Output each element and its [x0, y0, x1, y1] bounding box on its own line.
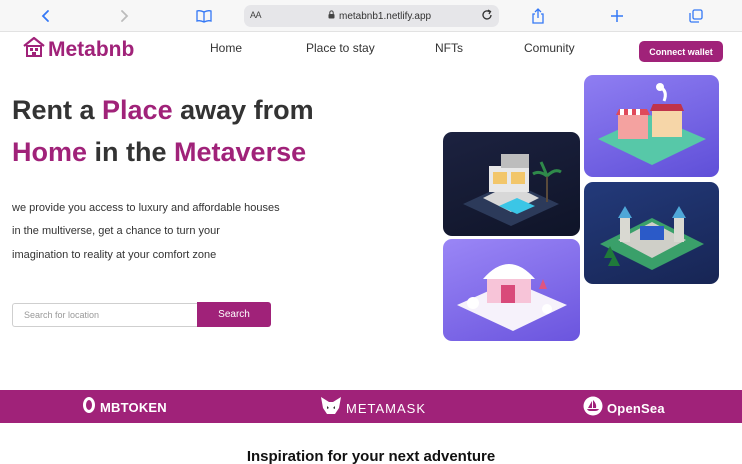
reload-icon[interactable]	[479, 7, 495, 28]
site-navbar: Metabnb Home Place to stay NFTs Comunity…	[0, 32, 742, 68]
snow-house-image[interactable]	[443, 239, 580, 341]
hero-accent-text: Metaverse	[174, 137, 307, 167]
new-tab-icon[interactable]	[607, 6, 627, 26]
partner-opensea: OpenSea	[583, 396, 665, 421]
tabs-icon[interactable]	[686, 6, 706, 26]
house-logo-icon	[22, 36, 46, 63]
nav-link-home[interactable]: Home	[210, 41, 242, 55]
address-bar[interactable]: AA metabnb1.netlify.app	[244, 5, 499, 27]
partner-name: METAMASK	[346, 401, 426, 416]
browser-toolbar: AA metabnb1.netlify.app	[0, 0, 742, 32]
share-icon[interactable]	[528, 6, 548, 26]
fox-logo-icon	[320, 396, 342, 421]
hero-text: away from	[172, 95, 314, 125]
connect-wallet-button[interactable]: Connect wallet	[639, 41, 723, 62]
mbtoken-logo-icon	[82, 396, 96, 419]
logo-text: Metabnb	[48, 37, 135, 61]
partner-name: OpenSea	[607, 401, 665, 416]
url-text: metabnb1.netlify.app	[339, 10, 432, 22]
hero-text: Rent a	[12, 95, 103, 125]
hero-description-line: in the multiverse, get a chance to turn …	[12, 225, 220, 237]
hero-heading-line2: Home in the Metaverse	[12, 137, 306, 168]
shop-image[interactable]	[584, 75, 719, 177]
lock-icon	[328, 10, 335, 22]
opensea-logo-icon	[583, 396, 603, 421]
partner-mbtoken: MBTOKEN	[82, 396, 167, 419]
castle-image[interactable]	[584, 182, 719, 284]
nav-link-place-to-stay[interactable]: Place to stay	[306, 41, 375, 55]
section-title: Inspiration for your next adventure	[246, 448, 496, 464]
location-search-input[interactable]	[12, 303, 198, 327]
partner-metamask: METAMASK	[320, 396, 426, 421]
hero-description-line: we provide you access to luxury and affo…	[12, 202, 280, 214]
hero-accent-text: Place	[102, 95, 173, 125]
partners-banner: MBTOKEN METAMASK OpenSea	[0, 390, 742, 423]
hero-text: in the	[87, 137, 175, 167]
text-size-button[interactable]: AA	[250, 10, 262, 20]
nav-link-community[interactable]: Comunity	[524, 41, 575, 55]
nav-link-nfts[interactable]: NFTs	[435, 41, 463, 55]
back-icon[interactable]	[36, 6, 56, 26]
book-icon[interactable]	[194, 6, 214, 26]
villa-image[interactable]	[443, 132, 580, 236]
hero-heading-line1: Rent a Place away from	[12, 95, 314, 126]
site-logo[interactable]: Metabnb	[22, 36, 134, 63]
partner-name: MBTOKEN	[100, 400, 167, 415]
forward-icon[interactable]	[114, 6, 134, 26]
search-button[interactable]: Search	[197, 302, 271, 327]
hero-description-line: imagination to reality at your comfort z…	[12, 249, 217, 261]
hero-accent-text: Home	[12, 137, 88, 167]
